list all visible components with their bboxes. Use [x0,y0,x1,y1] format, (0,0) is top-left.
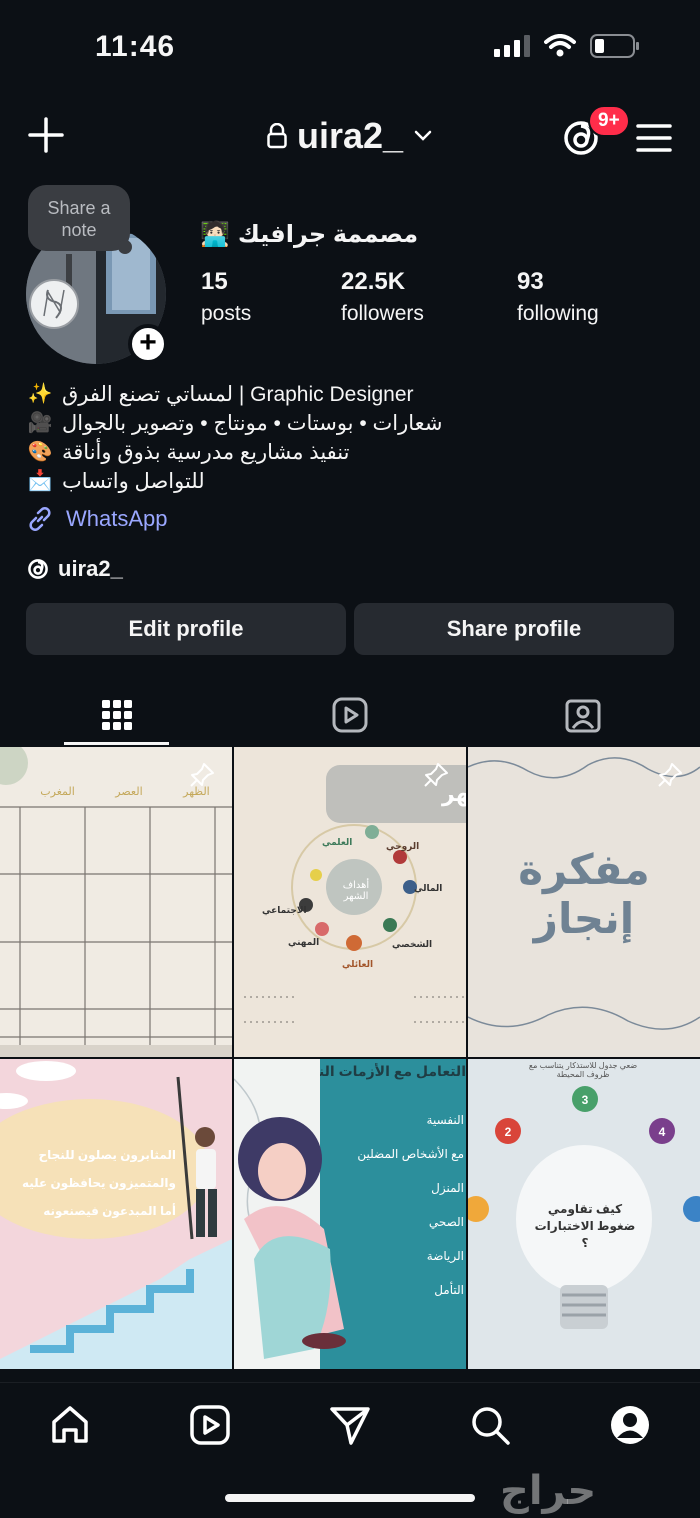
post-list: النفسية مع الأشخاص المضلين المنزل الصحي … [357,1113,464,1297]
display-name-text: مصممة جرافيك [237,221,419,248]
direct-messages-icon[interactable] [328,1403,372,1447]
chevron-down-icon [414,130,432,141]
reels-icon[interactable] [188,1403,232,1447]
home-icon[interactable] [48,1403,92,1447]
following-stat[interactable]: 93 following [517,268,599,326]
bio-line: 🎨 تنفيذ مشاريع مدرسية بذوق وأناقة [26,438,676,467]
threads-handle: uira2_ [58,556,123,581]
bio-line: 🎥 شعارات • بوستات • مونتاج • وتصوير بالج… [26,409,676,438]
reels-icon [332,697,367,733]
status-bar: 11:46 [0,0,700,90]
menu-icon[interactable] [636,123,672,153]
search-icon[interactable] [468,1403,512,1447]
tab-reels[interactable] [233,685,466,745]
lock-icon [267,123,287,149]
notification-badge: 9+ [588,105,630,137]
post-thumbnail[interactable]: شهر أهداف الشهر العلمي الروحي المالي الش… [234,747,466,1057]
profile-top-bar: uira2_ 9+ [0,105,700,169]
tab-tagged[interactable] [466,685,699,745]
post-thumbnail[interactable]: التعامل مع الأزمات النفسية النفسية مع ال… [234,1059,466,1369]
tab-posts-grid[interactable] [0,685,233,745]
display-name: مصممة جرافيك 🧑🏻‍💻 [200,220,418,249]
profile-avatar-icon[interactable] [608,1403,652,1447]
post-thumbnail[interactable]: مفكرة إنجاز [468,747,700,1057]
tagged-person-icon [565,699,600,733]
palette-emoji: 🎨 [27,441,53,463]
bio-link[interactable]: WhatsApp [26,505,168,533]
grid-icon [101,700,132,730]
bio: ✨ لمساتي تصنع الفرق | Graphic Designer 🎥… [26,380,676,496]
camera-emoji: 🎥 [27,412,53,434]
bio-link-text: WhatsApp [66,506,168,531]
active-tab-indicator [64,742,169,745]
post-quote: المثابرون يصلون للنجاح والمتميزون يحافظو… [21,1148,176,1218]
share-profile-button[interactable]: Share profile [354,603,674,655]
threads-profile-link[interactable]: uira2_ [26,556,123,582]
status-icons [494,34,640,58]
share-note-bubble[interactable]: Share a note [28,185,130,251]
status-time: 11:46 [95,30,176,63]
pin-icon [658,763,682,787]
posts-stat[interactable]: 15 posts [201,268,251,326]
followers-stat[interactable]: 22.5K followers [341,268,424,326]
wifi-icon [544,34,576,57]
post-thumbnail[interactable]: المثابرون يصلون للنجاح والمتميزون يحافظو… [0,1059,232,1369]
pin-icon [424,763,448,787]
display-name-emoji: 🧑🏻‍💻 [200,221,230,248]
note-bubble-tail [118,240,132,254]
home-indicator [225,1494,475,1502]
envelope-emoji: 📩 [27,470,53,492]
pin-icon [190,763,214,787]
profile-tabs [0,685,700,747]
sparkles-emoji: ✨ [27,383,53,405]
watermark: حراج [500,1468,597,1514]
bio-line: ✨ لمساتي تصنع الفرق | Graphic Designer [26,380,676,409]
username: uira2_ [296,115,404,156]
signal-icon [494,35,530,57]
posts-grid: المغرب العصر الظهر شهر أهداف الشهر العلم… [0,747,700,1382]
post-thumbnail[interactable]: 2 3 4 ضعي جدول للاستذكار يتناسب مع ظروف … [468,1059,700,1369]
add-story-button[interactable]: + [128,324,168,364]
edit-profile-button[interactable]: Edit profile [26,603,346,655]
battery-icon [590,34,639,58]
threads-icon [28,559,48,579]
post-thumbnail[interactable]: المغرب العصر الظهر [0,747,232,1057]
link-icon [29,507,51,531]
bio-line: 📩 للتواصل واتساب [26,467,676,496]
